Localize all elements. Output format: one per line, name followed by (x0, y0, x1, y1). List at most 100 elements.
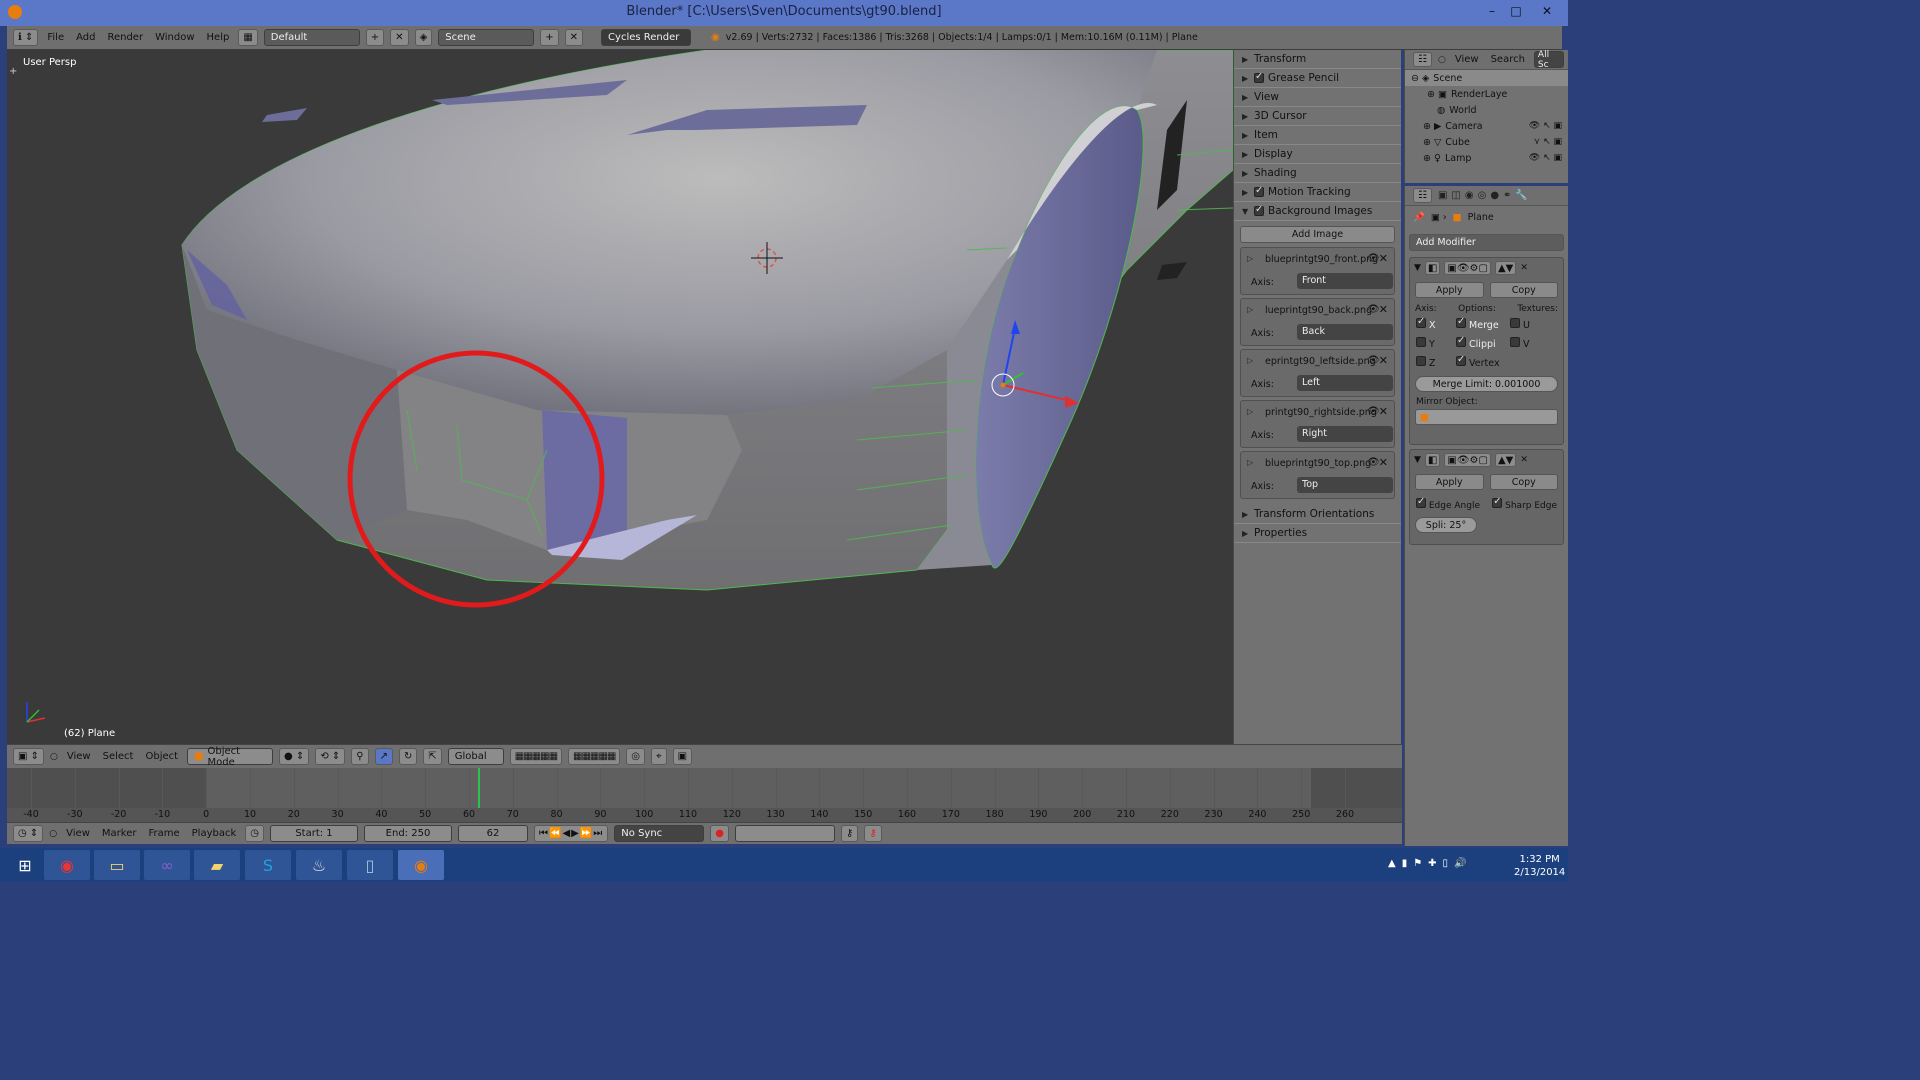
current-frame-indicator[interactable] (477, 768, 480, 808)
axis-select[interactable]: Left (1297, 375, 1393, 391)
outliner-item-lamp[interactable]: ⊕ ♀ Lamp 👁 ↖ ▣ (1405, 150, 1568, 166)
system-tray-icons[interactable]: ▲▮⚑✚▯🔊 (1388, 858, 1473, 869)
expand-triangle-icon[interactable]: ▷ (1247, 254, 1253, 263)
mode-select[interactable]: ■ Object Mode (187, 746, 274, 768)
panel-shading[interactable]: ▶ Shading (1234, 164, 1401, 183)
collapse-icon[interactable]: ▼ (1414, 455, 1421, 465)
expand-triangle-icon[interactable]: ▷ (1247, 305, 1253, 314)
transform-orientation-select[interactable]: Global (447, 748, 504, 765)
modifier-visibility-icons[interactable]: ▣👁⚙▢ (1444, 261, 1491, 275)
scene-field[interactable]: Scene (438, 29, 535, 46)
menu-select[interactable]: Select (100, 751, 137, 762)
panel-properties[interactable]: ▶ Properties (1234, 524, 1401, 543)
apply-button[interactable]: Apply (1415, 282, 1484, 298)
mirror-object-field[interactable]: ■ (1415, 409, 1558, 425)
remove-image-icon[interactable]: ✕ (1379, 405, 1388, 418)
apply-button[interactable]: Apply (1415, 474, 1484, 490)
outliner-item-scene[interactable]: ⊖ ◈ Scene (1405, 70, 1568, 86)
axis-select[interactable]: Back (1297, 324, 1393, 340)
vertex-groups-checkbox[interactable]: Vertex (1456, 354, 1510, 369)
menu-object[interactable]: Object (142, 751, 181, 762)
collapse-icon[interactable]: ○ (1438, 55, 1446, 65)
menu-help[interactable]: Help (204, 32, 233, 43)
panel-3d-cursor[interactable]: ▶ 3D Cursor (1234, 107, 1401, 126)
view3d-editor-icon[interactable]: ▣ ⇕ (13, 748, 45, 765)
3d-viewport[interactable]: User Persp + (62) Plane (7, 50, 1233, 744)
add-modifier-select[interactable]: Add Modifier (1409, 234, 1564, 251)
toolshelf-expand-button[interactable]: + (9, 66, 17, 77)
playback-controls[interactable]: ⏮⏪◀▶⏩⏭ (534, 825, 609, 842)
visibility-icons[interactable]: ⋎ ↖ ▣ (1534, 137, 1562, 147)
panel-transform[interactable]: ▶ Transform (1234, 50, 1401, 69)
current-frame-field[interactable]: 62 (458, 825, 528, 842)
steam-icon[interactable]: ♨ (296, 850, 342, 880)
viewport-shading-select[interactable]: ● ⇕ (279, 748, 310, 765)
sharp-edge-checkbox[interactable]: Sharp Edge (1492, 496, 1557, 511)
menu-window[interactable]: Window (152, 32, 197, 43)
proportional-edit-icon[interactable]: ◎ (626, 748, 646, 765)
visual-studio-icon[interactable]: ∞ (144, 850, 190, 880)
layout-icon[interactable]: ▦ (238, 29, 258, 46)
panel-transform-orientations[interactable]: ▶ Transform Orientations (1234, 505, 1401, 524)
pin-icon[interactable]: 📌 (1413, 212, 1425, 223)
grease-pencil-checkbox[interactable] (1254, 71, 1264, 83)
add-image-button[interactable]: Add Image (1240, 226, 1395, 243)
outliner-item-world[interactable]: ◍ World (1405, 102, 1568, 118)
panel-item[interactable]: ▶ Item (1234, 126, 1401, 145)
panel-view[interactable]: ▶ View (1234, 88, 1401, 107)
menu-frame[interactable]: Frame (145, 828, 182, 839)
menu-view[interactable]: View (63, 828, 93, 839)
axis-y-checkbox[interactable]: Y (1416, 337, 1456, 350)
move-modifier-icon[interactable]: ▲▼ (1494, 261, 1517, 275)
minimize-button[interactable]: – (1481, 0, 1503, 22)
file-explorer-icon[interactable]: ▭ (94, 850, 140, 880)
folder-icon[interactable]: ▰ (194, 850, 240, 880)
insert-keyframe-icon[interactable]: ⚷ (841, 825, 859, 842)
keying-set-field[interactable] (735, 825, 836, 842)
skype-icon[interactable]: S (245, 850, 291, 880)
remove-image-icon[interactable]: ✕ (1379, 303, 1388, 316)
timeline-editor-icon[interactable]: ◷ ⇕ (13, 825, 44, 842)
axis-select[interactable]: Right (1297, 426, 1393, 442)
pivot-point-select[interactable]: ⟲ ⇕ (315, 748, 346, 765)
axis-x-checkbox[interactable]: X (1416, 316, 1456, 331)
menu-marker[interactable]: Marker (99, 828, 140, 839)
maximize-button[interactable]: □ (1505, 0, 1527, 22)
visibility-icons[interactable]: 👁 ↖ ▣ (1529, 153, 1562, 163)
menu-view[interactable]: View (64, 751, 94, 762)
chrome-icon[interactable]: ◉ (44, 850, 90, 880)
outliner-item-cube[interactable]: ⊕ ▽ Cube ⋎ ↖ ▣ (1405, 134, 1568, 150)
delete-keyframe-icon[interactable]: ⚷ (864, 825, 882, 842)
outliner-editor-icon[interactable]: ☷ (1413, 52, 1432, 67)
add-layout-button[interactable]: + (365, 29, 385, 46)
outliner-item-renderlayers[interactable]: ⊕ ▣ RenderLaye (1405, 86, 1568, 102)
render-preview-icon[interactable]: ▣ (672, 748, 693, 765)
end-frame-field[interactable]: End: 250 (364, 825, 452, 842)
edge-angle-checkbox[interactable]: Edge Angle (1416, 496, 1480, 511)
sync-mode-select[interactable]: No Sync (614, 825, 705, 842)
collapse-menus-icon[interactable]: ○ (49, 829, 57, 839)
outliner-search-menu[interactable]: Search (1488, 54, 1528, 65)
remove-image-icon[interactable]: ✕ (1379, 456, 1388, 469)
remove-modifier-icon[interactable]: ✕ (1520, 263, 1528, 273)
record-button[interactable]: ● (710, 825, 730, 842)
clipping-checkbox[interactable]: Clippi (1456, 335, 1510, 350)
app-icon[interactable]: ▯ (347, 850, 393, 880)
menu-file[interactable]: File (44, 32, 67, 43)
background-images-checkbox[interactable] (1254, 204, 1264, 216)
scale-manipulator-button[interactable]: ⇱ (423, 748, 442, 765)
expand-triangle-icon[interactable]: ▷ (1247, 356, 1253, 365)
panel-display[interactable]: ▶ Display (1234, 145, 1401, 164)
merge-limit-field[interactable]: Merge Limit: 0.001000 (1415, 376, 1558, 392)
render-engine-select[interactable]: Cycles Render (601, 29, 692, 46)
windows-start-icon[interactable]: ⊞ (2, 850, 48, 880)
copy-button[interactable]: Copy (1489, 282, 1558, 298)
start-frame-field[interactable]: Start: 1 (270, 825, 358, 842)
modifier-visibility-icons[interactable]: ▣👁⚙▢ (1444, 453, 1491, 467)
delete-layout-button[interactable]: ✕ (390, 29, 409, 46)
expand-triangle-icon[interactable]: ▷ (1247, 407, 1253, 416)
expand-triangle-icon[interactable]: ▷ (1247, 458, 1253, 467)
manipulator-toggle[interactable]: ⚲ (351, 748, 369, 765)
panel-motion-tracking[interactable]: ▶Motion Tracking (1234, 183, 1401, 202)
add-scene-button[interactable]: + (540, 29, 559, 46)
